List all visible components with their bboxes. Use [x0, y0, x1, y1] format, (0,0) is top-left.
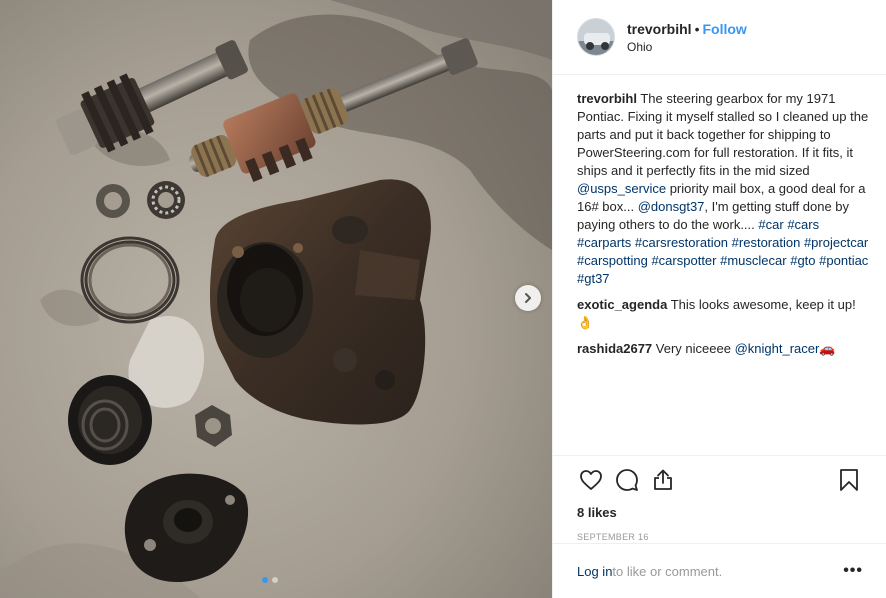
- post-header: trevorbihl • Follow Ohio: [553, 0, 886, 75]
- caption-username[interactable]: trevorbihl: [577, 91, 637, 106]
- comment-item: exotic_agenda This looks awesome, keep i…: [577, 296, 871, 332]
- hashtag-link[interactable]: #cars: [787, 217, 819, 232]
- comment-item: rashida2677 Very niceeee @knight_racer🚗: [577, 340, 871, 358]
- carousel-indicator: [262, 577, 278, 583]
- hashtag-link[interactable]: #carspotter: [651, 253, 716, 268]
- hashtag-link[interactable]: #car: [758, 217, 783, 232]
- likes-count[interactable]: 8 likes: [577, 505, 863, 520]
- carousel-dot-1: [262, 577, 268, 583]
- share-icon: [654, 469, 672, 490]
- post-photo[interactable]: [0, 0, 552, 598]
- comment-username[interactable]: exotic_agenda: [577, 297, 667, 312]
- comment-button[interactable]: [613, 466, 641, 494]
- carousel-dot-2: [272, 577, 278, 583]
- more-options-button[interactable]: •••: [843, 562, 863, 580]
- hashtag-link[interactable]: #restoration: [732, 235, 801, 250]
- steering-gearbox-photo: [0, 0, 552, 598]
- hashtag-link[interactable]: #carsrestoration: [635, 235, 728, 250]
- post-location[interactable]: Ohio: [627, 40, 747, 54]
- caption-mention-2[interactable]: @donsgt37: [638, 199, 705, 214]
- login-prompt-text: to like or comment.: [612, 563, 723, 579]
- hashtag-link[interactable]: #musclecar: [720, 253, 786, 268]
- follow-button[interactable]: Follow: [702, 21, 746, 37]
- login-bar: Log in to like or comment. •••: [553, 543, 886, 598]
- save-button[interactable]: [835, 466, 863, 494]
- instagram-post: trevorbihl • Follow Ohio trevorbihl The st…: [0, 0, 886, 598]
- comment-mention[interactable]: @knight_racer: [735, 341, 820, 356]
- hashtag-link[interactable]: #pontiac: [819, 253, 868, 268]
- carousel-next-button[interactable]: [515, 285, 541, 311]
- hashtag-link[interactable]: #gt37: [577, 271, 610, 286]
- action-icons: [577, 458, 863, 502]
- bookmark-icon: [840, 469, 858, 491]
- chevron-right-icon: [525, 293, 531, 303]
- caption: trevorbihl The steering gearbox for my 1…: [577, 90, 871, 288]
- header-text: trevorbihl • Follow Ohio: [627, 21, 747, 54]
- like-button[interactable]: [577, 466, 605, 494]
- avatar-image: [578, 19, 614, 55]
- hashtag-link[interactable]: #gto: [790, 253, 815, 268]
- comment-icon: [616, 469, 638, 491]
- comment-emoji: 🚗: [819, 341, 836, 356]
- caption-mention-1[interactable]: @usps_service: [577, 181, 666, 196]
- hashtag-link[interactable]: #projectcar: [804, 235, 868, 250]
- hashtag-link[interactable]: #carspotting: [577, 253, 648, 268]
- comments-section: trevorbihl The steering gearbox for my 1…: [577, 90, 871, 366]
- post-date: SEPTEMBER 16: [577, 532, 649, 542]
- comment-username[interactable]: rashida2677: [577, 341, 652, 356]
- hashtag-link[interactable]: #carparts: [577, 235, 631, 250]
- login-link[interactable]: Log in: [577, 564, 612, 579]
- comment-text: Very niceeee: [655, 341, 735, 356]
- header-username[interactable]: trevorbihl: [627, 21, 692, 37]
- avatar[interactable]: [577, 18, 615, 56]
- header-separator: •: [694, 20, 700, 37]
- heart-icon: [580, 470, 602, 490]
- share-button[interactable]: [649, 466, 677, 494]
- post-actions: 8 likes SEPTEMBER 16: [553, 455, 886, 542]
- post-sidebar: trevorbihl • Follow Ohio trevorbihl The st…: [552, 0, 886, 598]
